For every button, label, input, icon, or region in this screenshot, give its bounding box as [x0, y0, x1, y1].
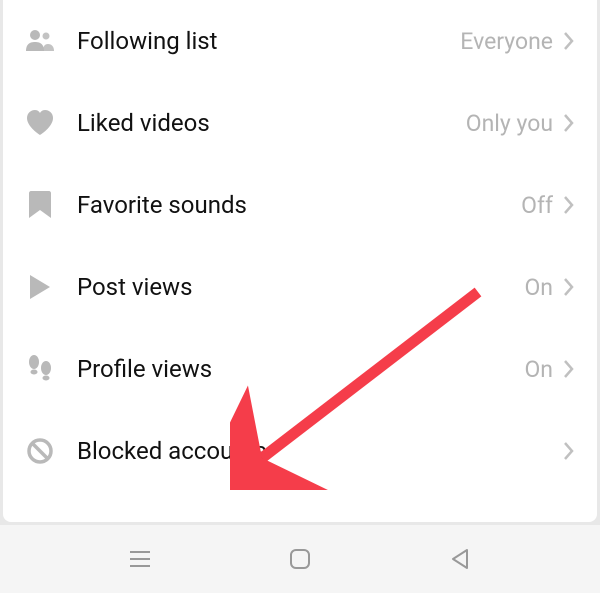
favorite-sounds-row[interactable]: Favorite sounds Off — [3, 164, 597, 246]
settings-panel: Following list Everyone Liked videos Onl… — [3, 0, 597, 522]
block-icon — [25, 436, 55, 466]
post-views-label: Post views — [77, 273, 524, 301]
chevron-right-icon — [563, 359, 575, 379]
profile-views-label: Profile views — [77, 355, 524, 383]
blocked-accounts-label: Blocked accounts — [77, 437, 553, 465]
android-nav-bar — [0, 525, 600, 593]
chevron-right-icon — [563, 277, 575, 297]
recent-apps-button[interactable] — [120, 539, 160, 579]
profile-views-value: On — [524, 356, 553, 383]
favorite-sounds-value: Off — [521, 192, 553, 219]
post-views-row[interactable]: Post views On — [3, 246, 597, 328]
following-list-label: Following list — [77, 27, 460, 55]
home-button[interactable] — [280, 539, 320, 579]
bookmark-icon — [25, 190, 55, 220]
liked-videos-row[interactable]: Liked videos Only you — [3, 82, 597, 164]
back-button[interactable] — [440, 539, 480, 579]
footprints-icon — [25, 354, 55, 384]
chevron-right-icon — [563, 113, 575, 133]
following-list-value: Everyone — [460, 28, 553, 55]
liked-videos-label: Liked videos — [77, 109, 466, 137]
liked-videos-value: Only you — [466, 110, 553, 137]
blocked-accounts-row[interactable]: Blocked accounts — [3, 410, 597, 492]
following-list-row[interactable]: Following list Everyone — [3, 0, 597, 82]
play-icon — [25, 272, 55, 302]
chevron-right-icon — [563, 31, 575, 51]
post-views-value: On — [524, 274, 553, 301]
people-icon — [25, 26, 55, 56]
profile-views-row[interactable]: Profile views On — [3, 328, 597, 410]
chevron-right-icon — [563, 441, 575, 461]
favorite-sounds-label: Favorite sounds — [77, 191, 521, 219]
heart-icon — [25, 108, 55, 138]
chevron-right-icon — [563, 195, 575, 215]
